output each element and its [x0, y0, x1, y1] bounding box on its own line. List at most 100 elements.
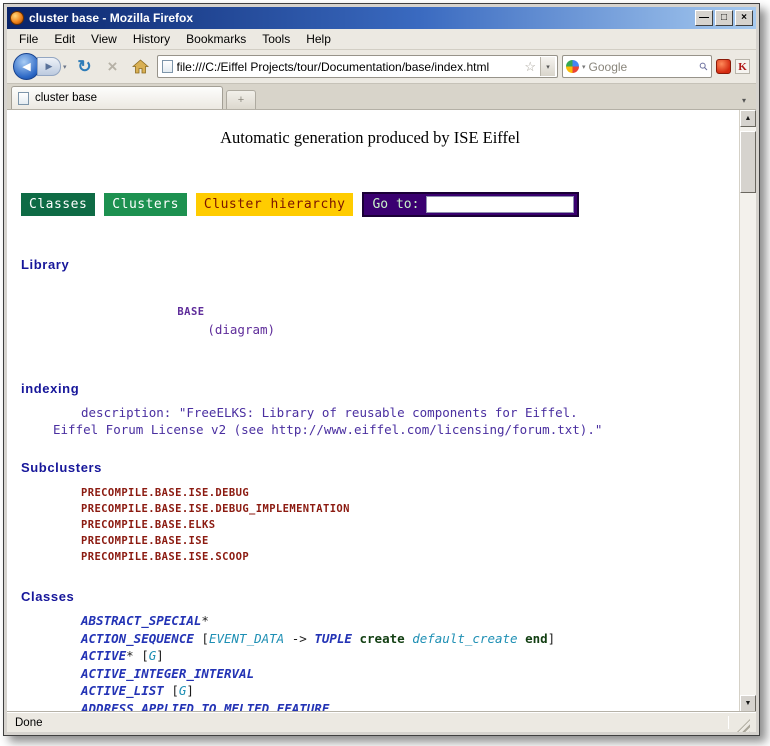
goto-label: Go to:: [372, 197, 419, 212]
class-link[interactable]: ACTIVE: [81, 648, 126, 663]
tab-label: cluster base: [35, 92, 97, 104]
window-controls: — □ ×: [695, 10, 753, 26]
home-button[interactable]: [129, 54, 153, 80]
class-link[interactable]: ABSTRACT_SPECIAL: [81, 613, 201, 628]
menu-bar: FileEditViewHistoryBookmarksToolsHelp: [7, 29, 756, 50]
close-button[interactable]: ×: [735, 10, 753, 26]
google-icon: [566, 60, 579, 73]
menu-bookmarks[interactable]: Bookmarks: [178, 30, 254, 48]
class-list-item: ABSTRACT_SPECIAL*: [21, 612, 739, 630]
doc-button-classes[interactable]: Classes: [21, 193, 95, 216]
new-tab-button[interactable]: +: [226, 90, 256, 109]
indexing-line: Eiffel Forum License v2 (see http://www.…: [21, 421, 739, 438]
status-text: Done: [15, 717, 720, 729]
window-title: cluster base - Mozilla Firefox: [29, 11, 690, 25]
addon-icon-red[interactable]: [716, 59, 731, 74]
scroll-down-button[interactable]: ▼: [740, 695, 756, 712]
indexing-section: indexing description: "FreeELKS: Library…: [21, 381, 739, 438]
code-text: ]: [548, 631, 556, 646]
stop-button[interactable]: ×: [101, 54, 125, 80]
goto-input[interactable]: [426, 196, 574, 213]
class-list-item: ACTIVE_LIST [G]: [21, 682, 739, 700]
class-link[interactable]: ACTIVE_LIST: [81, 683, 164, 698]
eiffel-keyword: create: [352, 631, 412, 646]
title-bar: cluster base - Mozilla Firefox — □ ×: [7, 7, 756, 29]
page-viewport: Automatic generation produced by ISE Eif…: [7, 110, 756, 712]
url-input[interactable]: [177, 60, 521, 74]
class-list-item: ADDRESS_APPLIED_TO_MELTED_FEATURE: [21, 700, 739, 713]
reload-icon: ↻: [77, 57, 91, 77]
subclusters-section: Subclusters PRECOMPILE.BASE.ISE.DEBUGPRE…: [21, 460, 739, 565]
class-link[interactable]: ACTION_SEQUENCE: [81, 631, 194, 646]
indexing-text: description: "FreeELKS: Library of reusa…: [21, 404, 739, 438]
code-text: ]: [186, 683, 194, 698]
scroll-up-button[interactable]: ▲: [740, 110, 756, 127]
class-list-item: ACTIVE_INTEGER_INTERVAL: [21, 665, 739, 683]
menu-help[interactable]: Help: [298, 30, 339, 48]
indexing-line: description: "FreeELKS: Library of reusa…: [21, 404, 739, 421]
class-link[interactable]: ACTIVE_INTEGER_INTERVAL: [81, 666, 254, 681]
doc-button-clusters[interactable]: Clusters: [104, 193, 187, 216]
menu-file[interactable]: File: [11, 30, 46, 48]
addon-icon-k[interactable]: K: [735, 59, 750, 74]
generic-param: EVENT_DATA: [209, 631, 284, 646]
vertical-scrollbar[interactable]: ▲ ▼: [739, 110, 756, 712]
search-input[interactable]: [589, 60, 696, 74]
library-section: Library BASE (diagram): [21, 257, 739, 357]
subcluster-link[interactable]: PRECOMPILE.BASE.ISE.DEBUG_IMPLEMENTATION: [21, 501, 739, 517]
code-text: ]: [156, 648, 164, 663]
subcluster-link[interactable]: PRECOMPILE.BASE.ISE.SCOOP: [21, 549, 739, 565]
generic-param: default_create: [412, 631, 517, 646]
firefox-icon: [10, 11, 24, 25]
reload-button[interactable]: ↻: [73, 54, 97, 80]
nav-toolbar: ◀ ▶ ▾ ↻ × ☆ ▾ ▾ K: [7, 50, 756, 84]
code-text: *: [201, 613, 209, 628]
menu-history[interactable]: History: [125, 30, 178, 48]
maximize-button[interactable]: □: [715, 10, 733, 26]
url-dropdown-icon[interactable]: ▾: [540, 57, 555, 76]
class-link[interactable]: ADDRESS_APPLIED_TO_MELTED_FEATURE: [81, 701, 329, 713]
library-heading: Library: [21, 257, 739, 272]
subcluster-link[interactable]: PRECOMPILE.BASE.ISE: [21, 533, 739, 549]
forward-button[interactable]: ▶: [37, 57, 61, 76]
class-list-item: ACTIVE* [G]: [21, 647, 739, 665]
forward-arrow-icon: ▶: [46, 61, 53, 72]
code-text: [: [164, 683, 179, 698]
home-icon: [132, 59, 149, 74]
subcluster-link[interactable]: PRECOMPILE.BASE.ELKS: [21, 517, 739, 533]
library-name-link[interactable]: BASE: [177, 306, 204, 318]
goto-block: Go to:: [362, 192, 579, 217]
back-button[interactable]: ◀: [13, 53, 40, 80]
tab-list-dropdown-icon[interactable]: ▾: [736, 91, 752, 109]
code-text: [: [194, 631, 209, 646]
stop-icon: ×: [108, 57, 118, 77]
scrollbar-thumb[interactable]: [740, 131, 756, 193]
eiffel-keyword: end: [518, 631, 548, 646]
tab-cluster-base[interactable]: cluster base: [11, 86, 223, 109]
search-magnifier-icon[interactable]: [699, 60, 708, 73]
class-link[interactable]: TUPLE: [314, 631, 352, 646]
history-dropdown-icon[interactable]: ▾: [61, 63, 69, 71]
menu-edit[interactable]: Edit: [46, 30, 83, 48]
statusbar-divider: [728, 716, 729, 729]
code-text: ->: [284, 631, 314, 646]
scrollbar-track[interactable]: [740, 127, 756, 695]
page-favicon-icon: [162, 60, 173, 73]
doc-button-cluster-hierarchy[interactable]: Cluster hierarchy: [196, 193, 354, 216]
library-diagram-link[interactable]: (diagram): [207, 322, 275, 337]
search-bar[interactable]: ▾: [562, 55, 712, 78]
status-bar: Done: [7, 712, 756, 732]
page-title: Automatic generation produced by ISE Eif…: [21, 128, 719, 148]
subclusters-heading: Subclusters: [21, 460, 739, 475]
bookmark-star-icon[interactable]: ☆: [524, 59, 536, 75]
classes-section: Classes ABSTRACT_SPECIAL*ACTION_SEQUENCE…: [21, 589, 739, 712]
code-text: * [: [126, 648, 149, 663]
page-content: Automatic generation produced by ISE Eif…: [7, 110, 739, 712]
search-engine-dropdown-icon[interactable]: ▾: [582, 63, 586, 71]
subcluster-link[interactable]: PRECOMPILE.BASE.ISE.DEBUG: [21, 485, 739, 501]
minimize-button[interactable]: —: [695, 10, 713, 26]
menu-tools[interactable]: Tools: [254, 30, 298, 48]
menu-view[interactable]: View: [83, 30, 125, 48]
address-bar[interactable]: ☆ ▾: [157, 55, 558, 78]
resize-grip[interactable]: [737, 719, 750, 732]
